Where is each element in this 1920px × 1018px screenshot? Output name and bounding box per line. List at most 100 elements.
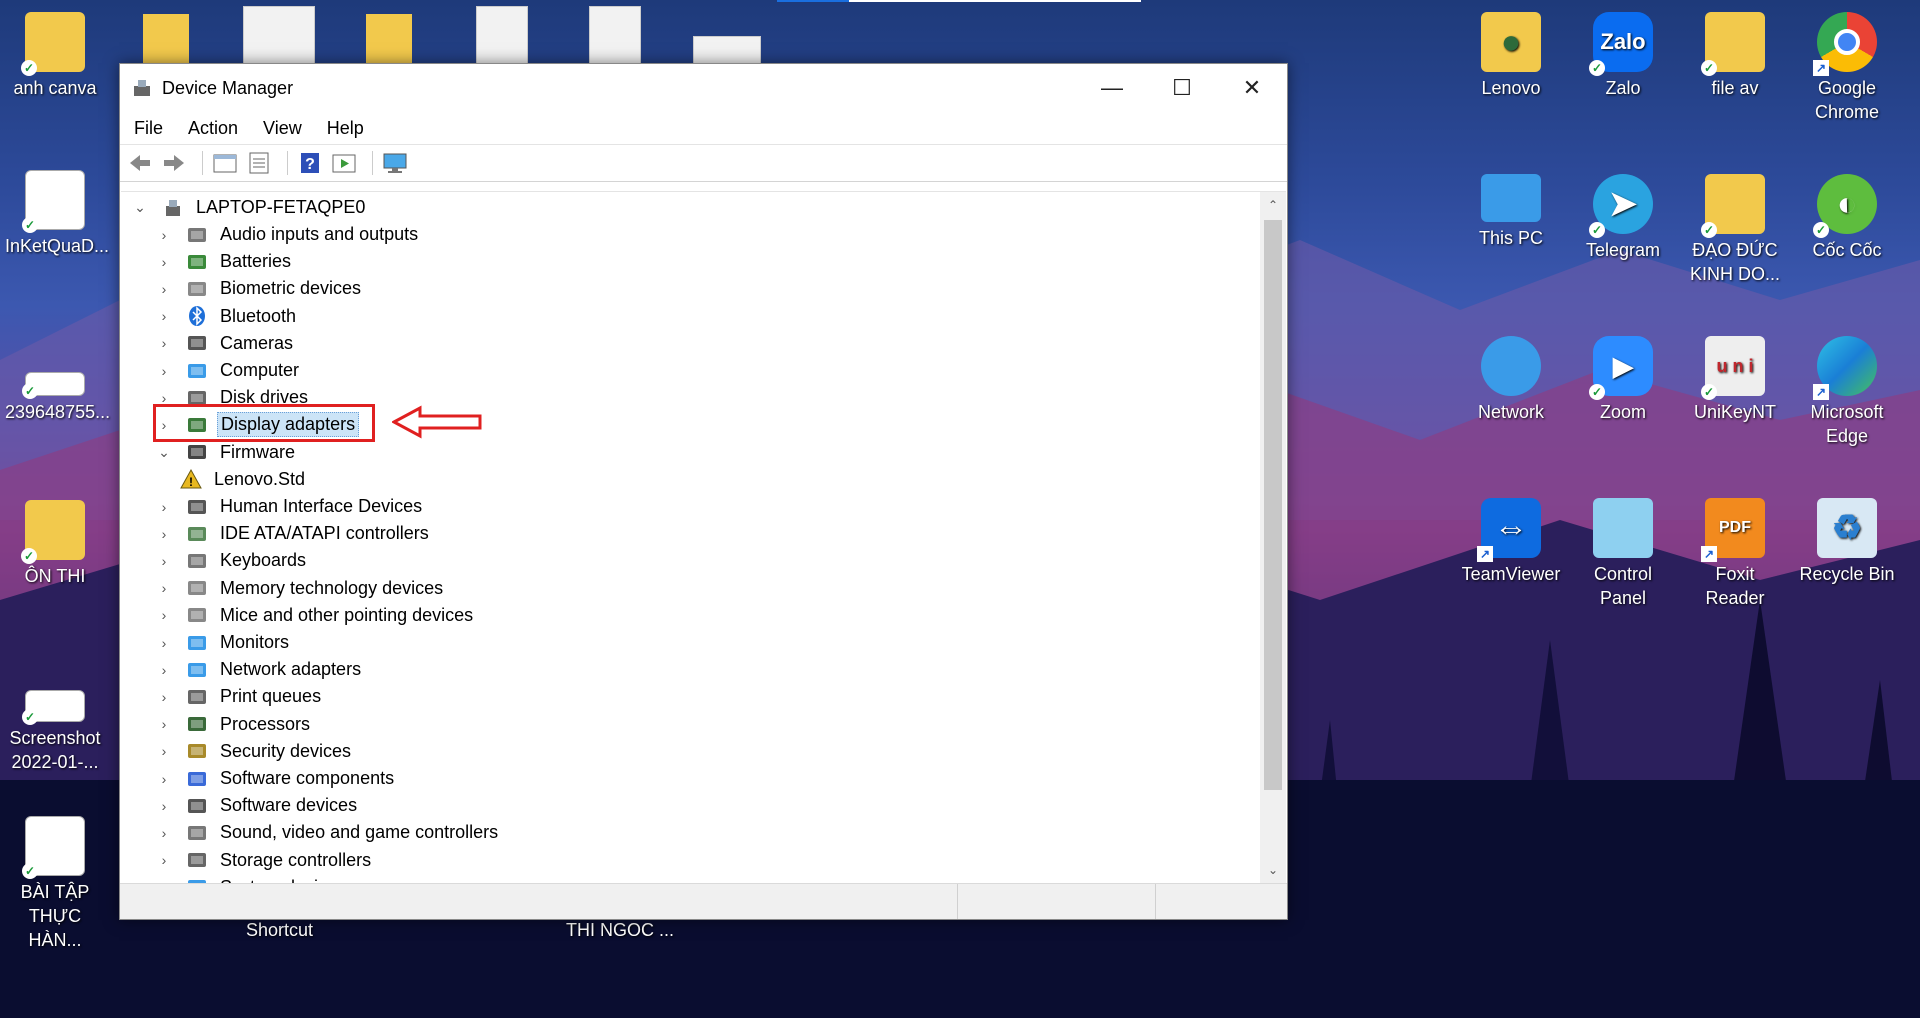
- forward-icon[interactable]: [160, 149, 188, 177]
- desktop-icon-foxit-reader[interactable]: PDF ↗ Foxit Reader: [1685, 498, 1785, 610]
- desktop-icon-inketqua[interactable]: ✓ InKetQuaD...: [5, 170, 109, 258]
- desktop-icon-teamviewer[interactable]: ⇔ ↗ TeamViewer: [1461, 498, 1561, 586]
- desktop-icon-lenovo[interactable]: ● Lenovo: [1461, 12, 1561, 100]
- chevron-down-icon[interactable]: ⌄: [155, 444, 173, 461]
- chevron-right-icon[interactable]: ›: [155, 771, 173, 787]
- chevron-right-icon[interactable]: ›: [155, 526, 173, 542]
- desktop-icon-network[interactable]: Network: [1461, 336, 1561, 424]
- desktop-icon-this-pc[interactable]: This PC: [1461, 174, 1561, 250]
- back-icon[interactable]: [126, 149, 154, 177]
- desktop-icon-bai-tap[interactable]: ✓ BÀI TẬP THỰC HÀN...: [5, 816, 105, 952]
- chevron-right-icon[interactable]: ›: [155, 281, 173, 297]
- desktop-icon-microsoft-edge[interactable]: ↗ Microsoft Edge: [1797, 336, 1897, 448]
- tree-category[interactable]: ›System devices: [155, 874, 349, 883]
- minimize-button[interactable]: —: [1077, 64, 1147, 112]
- chevron-right-icon[interactable]: ›: [155, 254, 173, 270]
- maximize-button[interactable]: ☐: [1147, 64, 1217, 112]
- tree-category[interactable]: › Monitors: [155, 629, 292, 656]
- desktop-file-thumbnail[interactable]: [693, 36, 761, 64]
- chevron-right-icon[interactable]: ›: [155, 852, 173, 868]
- desktop-file-thumbnail[interactable]: [366, 14, 412, 64]
- scroll-up-icon[interactable]: ⌃: [1260, 192, 1286, 218]
- desktop-file-thumbnail[interactable]: [243, 6, 315, 64]
- desktop-icon-google-chrome[interactable]: ↗ Google Chrome: [1797, 12, 1897, 124]
- chevron-right-icon[interactable]: ›: [155, 607, 173, 623]
- desktop-icon-unikey[interactable]: u n i ✓ UniKeyNT: [1685, 336, 1785, 424]
- desktop-icon-zalo[interactable]: Zalo ✓ Zalo: [1573, 12, 1673, 100]
- vertical-scrollbar[interactable]: ⌃ ⌄: [1260, 192, 1286, 883]
- tree-item-label: IDE ATA/ATAPI controllers: [220, 523, 429, 544]
- tree-category[interactable]: › Audio inputs and outputs: [155, 221, 421, 248]
- desktop-icon-zoom[interactable]: ▶ ✓ Zoom: [1573, 336, 1673, 424]
- tree-item-label: Software components: [220, 768, 395, 788]
- sync-check-icon: ✓: [1813, 222, 1829, 238]
- tree-category[interactable]: › Keyboards: [155, 547, 309, 574]
- menu-file[interactable]: File: [134, 118, 174, 139]
- tree-category[interactable]: › Mice and other pointing devices: [155, 602, 476, 629]
- chevron-right-icon[interactable]: ›: [155, 716, 173, 732]
- tree-category[interactable]: › Network adapters: [155, 656, 364, 683]
- tree-category[interactable]: › Security devices: [155, 738, 354, 765]
- desktop-icon-label-thi-ngoc[interactable]: THI NGOC ...: [566, 920, 674, 941]
- desktop-icon-image-239648755[interactable]: ✓ 239648755...: [5, 372, 110, 424]
- desktop-file-thumbnail[interactable]: [476, 6, 528, 64]
- tree-category[interactable]: › Sound, video and game controllers: [155, 819, 501, 846]
- properties-icon[interactable]: [211, 149, 239, 177]
- chevron-right-icon[interactable]: ›: [155, 662, 173, 678]
- tree-category[interactable]: › Computer: [155, 357, 302, 384]
- chevron-right-icon[interactable]: ›: [155, 335, 173, 351]
- tree-category[interactable]: ⌄ Firmware: [155, 439, 298, 466]
- chevron-right-icon[interactable]: ›: [155, 743, 173, 759]
- device-manager-app-icon: [134, 80, 150, 96]
- menu-help[interactable]: Help: [327, 118, 375, 139]
- help-icon[interactable]: ?: [296, 149, 324, 177]
- desktop-file-thumbnail[interactable]: [143, 14, 189, 64]
- tree-category[interactable]: › Human Interface Devices: [155, 493, 425, 520]
- tree-category[interactable]: › Storage controllers: [155, 847, 374, 874]
- close-button[interactable]: ✕: [1217, 64, 1287, 112]
- menu-action[interactable]: Action: [188, 118, 249, 139]
- desktop-icon-anh-canva[interactable]: ✓ anh canva: [5, 12, 105, 100]
- chevron-right-icon[interactable]: ›: [155, 635, 173, 651]
- tree-root[interactable]: ⌄ LAPTOP-FETAQPE0: [131, 194, 368, 221]
- chevron-right-icon[interactable]: ›: [155, 580, 173, 596]
- desktop-icon-telegram[interactable]: ➤ ✓ Telegram: [1573, 174, 1673, 262]
- monitor-icon[interactable]: [381, 149, 409, 177]
- tree-category[interactable]: › Software components: [155, 765, 397, 792]
- chevron-down-icon[interactable]: ⌄: [131, 199, 149, 216]
- tree-category[interactable]: › Processors: [155, 711, 313, 738]
- chevron-right-icon[interactable]: ›: [155, 227, 173, 243]
- tree-category[interactable]: › Print queues: [155, 683, 324, 710]
- chevron-right-icon[interactable]: ›: [155, 363, 173, 379]
- desktop-icon-recycle-bin[interactable]: ♻ Recycle Bin: [1797, 498, 1897, 586]
- scroll-down-icon[interactable]: ⌄: [1260, 857, 1286, 883]
- tree-item-label: Network adapters: [220, 659, 362, 680]
- tree-category[interactable]: › IDE ATA/ATAPI controllers: [155, 520, 432, 547]
- desktop-icon-file-av[interactable]: ✓ file av: [1685, 12, 1785, 100]
- tree-category[interactable]: › Bluetooth: [155, 303, 299, 330]
- list-icon[interactable]: [245, 149, 273, 177]
- run-icon[interactable]: [330, 149, 358, 177]
- desktop-file-thumbnail[interactable]: [589, 6, 641, 64]
- chevron-right-icon[interactable]: ›: [155, 499, 173, 515]
- tree-category[interactable]: › Batteries: [155, 248, 294, 275]
- chevron-right-icon[interactable]: ›: [155, 798, 173, 814]
- desktop-icon-dao-duc[interactable]: ✓ ĐẠO ĐỨC KINH DO...: [1685, 174, 1785, 286]
- chevron-right-icon[interactable]: ›: [155, 689, 173, 705]
- desktop-icon-label-shortcut[interactable]: Shortcut: [246, 920, 313, 941]
- tree-category[interactable]: › Memory technology devices: [155, 575, 446, 602]
- desktop-icon-control-panel[interactable]: Control Panel: [1573, 498, 1673, 610]
- desktop-icon-on-thi[interactable]: ✓ ÔN THI: [5, 500, 105, 588]
- desktop-icon-coc-coc[interactable]: ◐ ✓ Cốc Cốc: [1797, 174, 1897, 262]
- title-bar[interactable]: Device Manager — ☐ ✕: [120, 64, 1287, 112]
- menu-view[interactable]: View: [263, 118, 313, 139]
- chevron-right-icon[interactable]: ›: [155, 553, 173, 569]
- tree-category[interactable]: › Biometric devices: [155, 275, 364, 302]
- tree-category[interactable]: › Software devices: [155, 792, 360, 819]
- desktop-icon-screenshot[interactable]: ✓ Screenshot 2022-01-...: [5, 690, 105, 774]
- chevron-right-icon[interactable]: ›: [155, 825, 173, 841]
- tree-category[interactable]: › Cameras: [155, 330, 296, 357]
- tree-child-item[interactable]: ! Lenovo.Std: [179, 466, 308, 493]
- chevron-right-icon[interactable]: ›: [155, 308, 173, 324]
- scrollbar-thumb[interactable]: [1264, 220, 1282, 790]
